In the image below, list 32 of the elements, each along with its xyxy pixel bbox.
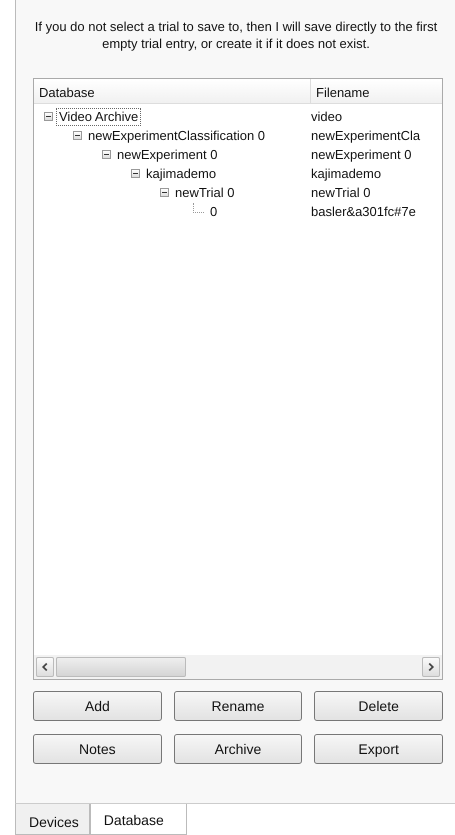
filename-cell-text: kajimademo [311, 164, 382, 183]
action-button[interactable]: Notes [33, 734, 162, 764]
filename-cell-text: video [311, 108, 342, 126]
tree-item[interactable]: newExperiment 0 [114, 146, 220, 164]
tree-item[interactable]: kajimademo [143, 164, 220, 182]
collapse-icon[interactable] [44, 112, 53, 121]
scroll-left-icon[interactable] [36, 657, 54, 677]
instruction-text: If you do not select a trial to save to, then I will save directly to the first empty trial entry, or create it if it does not exist. [34, 18, 438, 52]
column-header[interactable]: Database [34, 79, 311, 103]
filename-cell-text: newTrial 0 [311, 184, 370, 202]
tab[interactable]: Devices [15, 804, 90, 835]
column-header[interactable]: Filename [311, 79, 374, 103]
collapse-icon[interactable] [160, 188, 169, 197]
collapse-icon[interactable] [131, 169, 140, 178]
action-button[interactable]: Export [314, 734, 443, 764]
tree-item[interactable]: Video Archive [56, 108, 142, 126]
tree-item[interactable]: newExperimentClassification 0 [85, 126, 268, 144]
action-button[interactable]: Add [33, 691, 162, 721]
tab[interactable]: Database [90, 804, 187, 835]
action-button[interactable]: Delete [314, 691, 443, 721]
tree-line [193, 202, 204, 212]
filename-cell-text: basler&a301fc#7e [311, 202, 416, 221]
action-button[interactable]: Rename [174, 691, 302, 721]
tree-item[interactable]: 0 [207, 202, 220, 220]
action-button[interactable]: Archive [174, 734, 302, 764]
tree-item[interactable]: newTrial 0 [172, 184, 238, 202]
filename-cell-text: newExperimentCla [311, 126, 420, 145]
filename-cell-text: newExperiment 0 [311, 146, 412, 164]
horizontal-scrollbar[interactable] [34, 655, 442, 679]
collapse-icon[interactable] [102, 150, 111, 159]
scroll-right-icon[interactable] [422, 657, 440, 677]
collapse-icon[interactable] [73, 131, 82, 140]
